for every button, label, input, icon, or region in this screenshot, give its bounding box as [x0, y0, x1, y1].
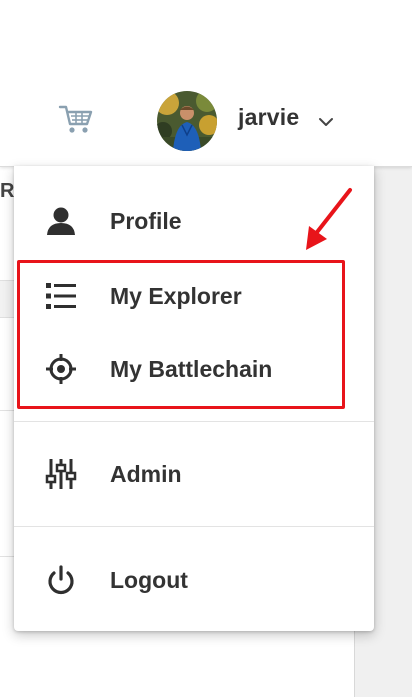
menu-item-profile[interactable]: Profile	[14, 191, 374, 251]
power-icon	[44, 565, 78, 595]
menu-item-admin[interactable]: Admin	[14, 444, 374, 504]
menu-divider	[14, 421, 374, 422]
background-heading-fragment: RI	[0, 180, 14, 202]
menu-item-label: Profile	[110, 208, 182, 234]
menu-item-my-explorer[interactable]: My Explorer	[14, 266, 374, 326]
menu-divider	[14, 526, 374, 527]
list-icon	[44, 281, 78, 311]
menu-item-label: Admin	[110, 461, 182, 487]
chevron-down-icon[interactable]	[318, 114, 334, 126]
crosshair-icon	[44, 354, 78, 384]
menu-item-label: My Battlechain	[110, 356, 273, 382]
menu-item-label: My Explorer	[110, 283, 242, 309]
background-divider	[0, 556, 14, 557]
sliders-icon	[44, 459, 78, 489]
background-row	[0, 280, 14, 318]
shopping-cart-icon[interactable]	[58, 103, 94, 135]
menu-item-label: Logout	[110, 567, 188, 593]
menu-item-my-battlechain[interactable]: My Battlechain	[14, 339, 374, 399]
person-icon	[44, 206, 78, 236]
background-divider	[0, 410, 14, 411]
menu-item-logout[interactable]: Logout	[14, 550, 374, 610]
top-navbar: jarvie	[0, 0, 412, 167]
avatar[interactable]	[157, 91, 217, 151]
user-dropdown-menu: Profile My Explorer My Battlechain Admin…	[14, 166, 374, 631]
username[interactable]: jarvie	[238, 104, 299, 131]
